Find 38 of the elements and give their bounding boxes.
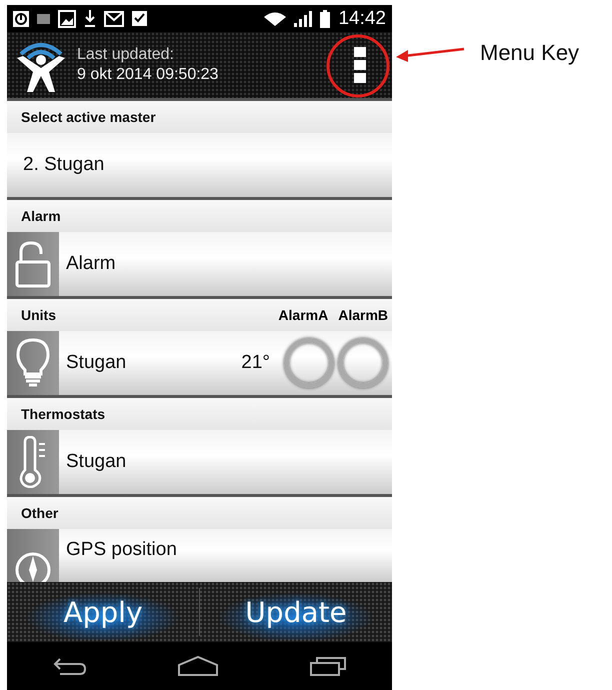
item-label: GPS position: [66, 539, 177, 561]
download-icon: [84, 10, 96, 27]
section-title: Thermostats: [21, 406, 106, 422]
signal-icon: [294, 10, 312, 26]
temperature-value: 21°: [241, 352, 270, 374]
item-label: Alarm: [66, 253, 116, 275]
item-label: Stugan: [66, 352, 126, 374]
power-icon: [13, 10, 29, 26]
section-title: Units: [21, 307, 56, 323]
annotation-label: Menu Key: [480, 40, 580, 66]
section-title: Alarm: [21, 208, 61, 224]
wifi-icon: [264, 12, 286, 26]
home-icon[interactable]: [177, 655, 220, 677]
list-item[interactable]: Stugan 21°: [7, 331, 392, 395]
column-label: AlarmA: [278, 307, 328, 323]
master-selector[interactable]: 2. Stugan: [7, 133, 392, 197]
section-title: Select active master: [21, 109, 156, 125]
recent-apps-icon[interactable]: [309, 655, 348, 677]
column-label: AlarmB: [338, 307, 388, 323]
alarm-indicator: [338, 338, 388, 388]
alarm-indicator: [284, 338, 334, 388]
mail-icon: [104, 10, 124, 26]
highlight-circle: [326, 34, 390, 98]
back-icon[interactable]: [52, 656, 88, 676]
list-item[interactable]: Alarm: [7, 232, 392, 296]
list-item[interactable]: GPS position: [7, 529, 392, 582]
last-updated-time: 9 okt 2014 09:50:23: [77, 66, 218, 84]
light-bulb-icon: [16, 338, 50, 388]
item-label: Stugan: [66, 451, 126, 473]
checkbox-icon: [132, 11, 147, 26]
list-item[interactable]: Stugan: [7, 430, 392, 494]
section-title: Other: [21, 505, 58, 521]
clock-time: 14:42: [338, 8, 386, 30]
menu-icon: [354, 47, 366, 83]
padlock-icon: [13, 240, 53, 288]
image-icon: [58, 10, 76, 28]
battery-icon: [320, 10, 330, 28]
last-updated-label: Last updated:: [77, 46, 175, 64]
